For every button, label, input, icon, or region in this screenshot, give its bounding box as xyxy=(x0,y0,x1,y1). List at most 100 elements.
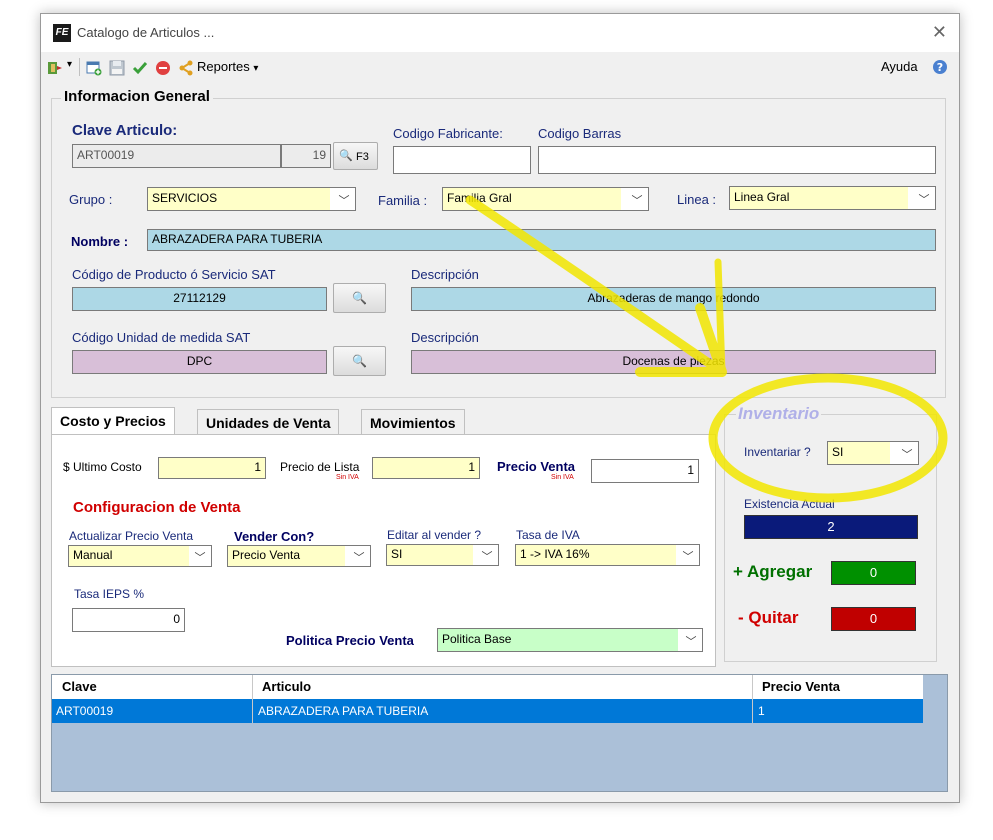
nombre-input[interactable]: ABRAZADERA PARA TUBERIA xyxy=(147,229,936,251)
codigo-fabricante-label: Codigo Fabricante: xyxy=(393,126,503,141)
politica-precio-select[interactable]: Politica Base ﹀ xyxy=(437,628,703,652)
grid-column-divider xyxy=(252,675,253,723)
quitar-label[interactable]: - Quitar xyxy=(738,608,798,628)
grid-header-clave[interactable]: Clave xyxy=(62,679,97,694)
exit-dropdown-icon[interactable]: ▾ xyxy=(67,59,72,70)
tasa-iva-value: 1 -> IVA 16% xyxy=(516,545,676,565)
ultimo-costo-input[interactable]: 1 xyxy=(158,457,266,479)
help-icon[interactable]: ? xyxy=(932,59,948,75)
share-icon[interactable] xyxy=(178,60,194,76)
tasa-iva-select[interactable]: 1 -> IVA 16% ﹀ xyxy=(515,544,700,566)
toolbar: ▾ Reportes ▾ Ayuda ? xyxy=(41,52,959,82)
linea-select[interactable]: Linea Gral ﹀ xyxy=(729,186,936,210)
precio-venta-sin-iva: Sin IVA xyxy=(551,474,574,481)
cell-clave: ART00019 xyxy=(56,704,114,718)
politica-precio-label: Politica Precio Venta xyxy=(286,633,414,648)
cancel-icon[interactable] xyxy=(155,60,171,76)
editar-al-vender-label: Editar al vender ? xyxy=(387,528,482,542)
vender-con-value: Precio Venta xyxy=(228,546,345,566)
sat-codigo-input[interactable]: 27112129 xyxy=(72,287,327,311)
f3-label: F3 xyxy=(356,151,369,163)
sat-codigo-search-button[interactable]: 🔍 xyxy=(333,283,386,313)
agregar-label[interactable]: + Agregar xyxy=(733,562,812,582)
svg-text:?: ? xyxy=(937,61,943,74)
sat-codigo-label: Código de Producto ó Servicio SAT xyxy=(72,267,276,282)
title-bar: FE Catalogo de Articulos ... ✕ xyxy=(41,14,959,52)
check-icon[interactable] xyxy=(132,60,148,76)
unidad-medida-label: Código Unidad de medida SAT xyxy=(72,330,251,345)
precio-lista-label: Precio de Lista xyxy=(280,460,360,474)
precio-venta-input[interactable]: 1 xyxy=(591,459,699,483)
quitar-input[interactable]: 0 xyxy=(831,607,916,631)
unidad-medida-input[interactable]: DPC xyxy=(72,350,327,374)
catalogo-window: FE Catalogo de Articulos ... ✕ ▾ Reporte… xyxy=(40,13,960,803)
editar-al-vender-value: SI xyxy=(387,545,473,565)
magnifier-icon: 🔍 xyxy=(352,354,367,368)
grupo-label: Grupo : xyxy=(69,192,113,207)
grid-header-articulo[interactable]: Articulo xyxy=(262,679,311,694)
vender-con-label: Vender Con? xyxy=(234,529,315,544)
tasa-iva-label: Tasa de IVA xyxy=(516,528,580,542)
familia-select[interactable]: Familia Gral ﹀ xyxy=(442,187,649,211)
unidad-descripcion-label: Descripción xyxy=(411,330,479,345)
chevron-down-icon: ﹀ xyxy=(631,195,643,207)
inventariar-select[interactable]: SI ﹀ xyxy=(827,441,919,465)
sat-descripcion-input[interactable]: Abrazaderas de mango redondo xyxy=(411,287,936,311)
chevron-down-icon: ﹀ xyxy=(682,551,694,563)
chevron-down-icon: ﹀ xyxy=(194,552,206,564)
inventariar-value: SI xyxy=(828,442,890,464)
ultimo-costo-label: $ Ultimo Costo xyxy=(63,460,142,474)
inventario-title: Inventario xyxy=(736,404,822,424)
actualizar-precio-select[interactable]: Manual ﹀ xyxy=(68,545,212,567)
tab-unidades-venta[interactable]: Unidades de Venta xyxy=(197,409,340,435)
tasa-ieps-label: Tasa IEPS % xyxy=(74,587,145,601)
new-record-icon[interactable] xyxy=(86,60,102,76)
sat-descripcion-label: Descripción xyxy=(411,267,479,282)
f3-search-button[interactable]: 🔍 F3 xyxy=(333,142,378,170)
precio-lista-sin-iva: Sin IVA xyxy=(336,474,359,481)
tasa-ieps-input[interactable]: 0 xyxy=(72,608,185,632)
precio-lista-input[interactable]: 1 xyxy=(372,457,480,479)
politica-precio-value: Politica Base xyxy=(438,629,678,651)
clave-articulo-input[interactable]: ART00019 xyxy=(72,144,281,168)
tab-movimientos[interactable]: Movimientos xyxy=(361,409,465,435)
linea-label: Linea : xyxy=(677,192,717,207)
informacion-general-title: Informacion General xyxy=(61,88,213,105)
reportes-menu[interactable]: Reportes ▾ xyxy=(197,59,258,74)
codigo-barras-input[interactable] xyxy=(538,146,936,174)
grupo-value: SERVICIOS xyxy=(148,188,330,210)
save-icon[interactable] xyxy=(109,60,125,76)
tab-costo-precios[interactable]: Costo y Precios xyxy=(51,407,175,435)
clave-number-input[interactable]: 19 xyxy=(281,144,331,168)
unidad-descripcion-input[interactable]: Docenas de piezas xyxy=(411,350,936,374)
agregar-input[interactable]: 0 xyxy=(831,561,916,585)
codigo-barras-label: Codigo Barras xyxy=(538,126,622,141)
vender-con-select[interactable]: Precio Venta ﹀ xyxy=(227,545,371,567)
articulos-grid: Clave Articulo Precio Venta ART00019 ABR… xyxy=(51,674,948,792)
precio-venta-label: Precio Venta xyxy=(497,459,576,474)
grupo-select[interactable]: SERVICIOS ﹀ xyxy=(147,187,356,211)
actualizar-precio-label: Actualizar Precio Venta xyxy=(69,529,194,543)
magnifier-icon: 🔍 xyxy=(352,291,367,305)
existencia-actual-value: 2 xyxy=(744,515,918,539)
app-logo-icon: FE xyxy=(53,24,71,42)
familia-value: Familia Gral xyxy=(443,188,621,210)
toolbar-divider xyxy=(79,58,80,76)
linea-value: Linea Gral xyxy=(730,187,908,209)
window-title: Catalogo de Articulos ... xyxy=(77,25,215,40)
editar-al-vender-select[interactable]: SI ﹀ xyxy=(386,544,499,566)
ayuda-label[interactable]: Ayuda xyxy=(881,59,918,74)
grid-header-precio-venta[interactable]: Precio Venta xyxy=(762,679,840,694)
chevron-down-icon: ﹀ xyxy=(685,636,697,648)
codigo-fabricante-input[interactable] xyxy=(393,146,531,174)
close-icon[interactable]: ✕ xyxy=(932,22,947,43)
grid-column-divider xyxy=(752,675,753,723)
table-row[interactable]: ART00019 ABRAZADERA PARA TUBERIA 1 xyxy=(52,699,923,723)
exit-icon[interactable] xyxy=(47,60,63,76)
chevron-down-icon: ﹀ xyxy=(918,194,930,206)
unidad-search-button[interactable]: 🔍 xyxy=(333,346,386,376)
configuracion-venta-title: Configuracion de Venta xyxy=(73,499,241,516)
existencia-actual-label: Existencia Actual xyxy=(744,497,835,511)
cell-precio-venta: 1 xyxy=(758,704,765,718)
actualizar-precio-value: Manual xyxy=(69,546,189,566)
